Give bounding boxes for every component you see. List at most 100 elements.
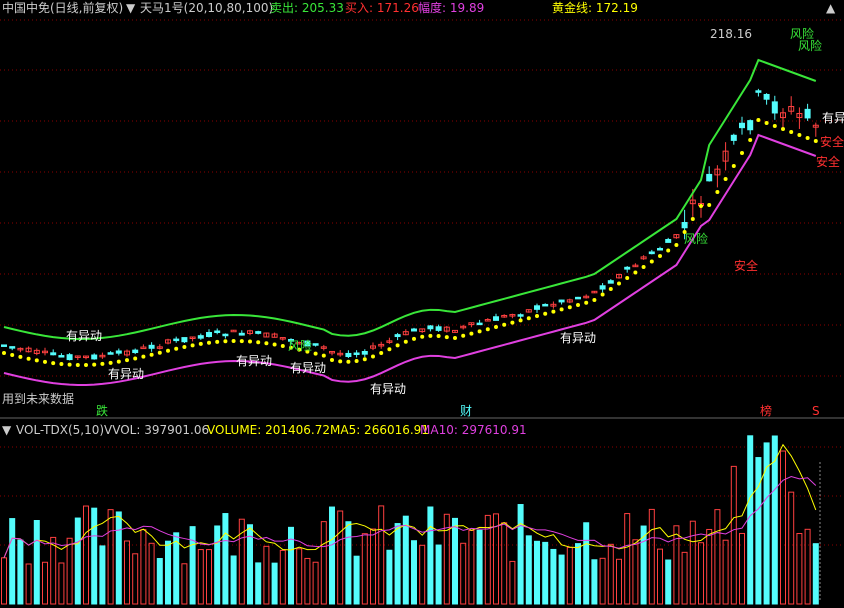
candle-body — [66, 354, 73, 361]
golden-line-dot — [100, 361, 105, 366]
golden-line-dot — [551, 309, 556, 314]
golden-line-dot — [280, 344, 285, 349]
golden-line-dot — [412, 336, 416, 341]
volume-bar — [468, 529, 475, 605]
unusual-move-label: 有异动 — [290, 361, 326, 375]
golden-line-dot — [354, 359, 359, 364]
candle-body — [648, 251, 655, 255]
candle-body — [148, 344, 155, 349]
golden-line-dot — [321, 353, 326, 358]
golden-line-dot — [444, 335, 449, 340]
golden-line-dot — [403, 339, 408, 344]
golden-line-dot — [543, 311, 548, 316]
golden-line-dot — [436, 333, 441, 338]
golden-line-dot — [223, 339, 228, 344]
volume-bar — [657, 548, 663, 605]
volume-menu-icon[interactable]: ▼ — [2, 423, 11, 437]
volume-bar — [558, 554, 565, 605]
volume-bar — [534, 540, 540, 605]
volume-bar — [632, 539, 639, 605]
candle-body — [517, 314, 524, 317]
volume-bar — [173, 532, 180, 605]
chart-canvas[interactable]: 218.16风险风险风险风险安全安全安全有异动有异动有异动 有异动有异动有异动有异… — [0, 0, 844, 608]
upper-band-line — [3, 58, 817, 340]
volume-bar — [419, 544, 426, 605]
volume-indicator-title[interactable]: VOL-TDX(5,10) — [16, 423, 104, 437]
candle-body — [312, 343, 319, 346]
golden-line-dot — [387, 347, 392, 352]
golden-line-dot — [535, 314, 539, 318]
volume-bar — [320, 521, 327, 605]
candle-body — [493, 316, 499, 321]
vvol-label: VVOL: 397901.06 — [104, 423, 210, 437]
golden-line-dot — [248, 339, 252, 344]
ma10-line — [3, 475, 817, 558]
candle-body — [665, 239, 672, 243]
golden-line-dot — [215, 339, 220, 344]
volume-bar — [566, 546, 573, 605]
golden-line-dot — [453, 336, 457, 340]
volume-bar — [271, 562, 278, 605]
volume-bar — [74, 517, 81, 605]
volume-bar — [788, 491, 795, 605]
candle-body — [197, 335, 204, 339]
volume-bar — [66, 537, 73, 605]
candle-body — [804, 108, 811, 119]
candle-body — [599, 285, 606, 290]
golden-line-dot — [207, 340, 211, 345]
golden-line-dot — [26, 356, 31, 361]
candle-body — [624, 266, 631, 270]
golden-line-dot — [256, 340, 261, 345]
volume-bar — [402, 515, 409, 605]
golden-line-dot — [10, 352, 15, 357]
golden-line-dot — [182, 344, 187, 349]
volume-bar — [698, 542, 704, 605]
golden-line-dot — [756, 118, 761, 122]
golden-line-dot — [461, 333, 466, 338]
lower-band-line — [3, 133, 817, 386]
volume-bar — [50, 536, 57, 605]
volume-bar — [427, 506, 434, 605]
volume-bar — [42, 561, 48, 605]
candle-body — [730, 134, 737, 141]
candle-body — [394, 334, 401, 338]
volume-bar — [796, 533, 803, 605]
indicator-title[interactable]: 天马1号(20,10,80,100) — [140, 1, 273, 15]
candle-body — [361, 351, 368, 355]
volume-bar — [25, 563, 32, 605]
volume-bar — [542, 541, 549, 605]
candle-body — [411, 328, 417, 332]
golden-line-dot — [239, 339, 244, 344]
golden-line-dot — [666, 248, 671, 253]
golden-line-dot — [567, 305, 572, 310]
golden-line-dot — [18, 354, 23, 359]
candle-body — [607, 280, 614, 284]
golden-line-dot — [740, 151, 744, 155]
candle-body — [353, 352, 360, 355]
risk-label: 风险 — [288, 338, 312, 353]
risk-label: 风险 — [684, 231, 708, 246]
max-price-label: 218.16 — [710, 27, 752, 41]
volume-bar — [452, 517, 458, 605]
golden-line-dot — [485, 327, 490, 332]
candle-body — [222, 333, 229, 337]
golden-line-dot — [518, 318, 523, 323]
volume-bar — [804, 528, 811, 605]
candle-body — [181, 337, 188, 343]
candle-body — [706, 173, 713, 182]
golden-line-dot — [231, 339, 236, 344]
golden-line-dot — [166, 348, 170, 353]
volume-bar — [394, 523, 401, 605]
candle-body — [747, 120, 754, 131]
safe-label: 安全 — [734, 258, 758, 273]
indicator-icon[interactable]: ▼ — [126, 1, 135, 15]
volume-bar — [812, 543, 819, 605]
candle-body — [435, 326, 442, 331]
golden-line-dot — [371, 354, 375, 359]
golden-line-dot — [658, 254, 662, 258]
golden-line-dot — [75, 362, 80, 367]
volume-bar — [197, 549, 204, 605]
collapse-icon[interactable]: ▲ — [826, 1, 835, 15]
candle-body — [1, 344, 7, 347]
golden-line-dot — [149, 352, 154, 357]
